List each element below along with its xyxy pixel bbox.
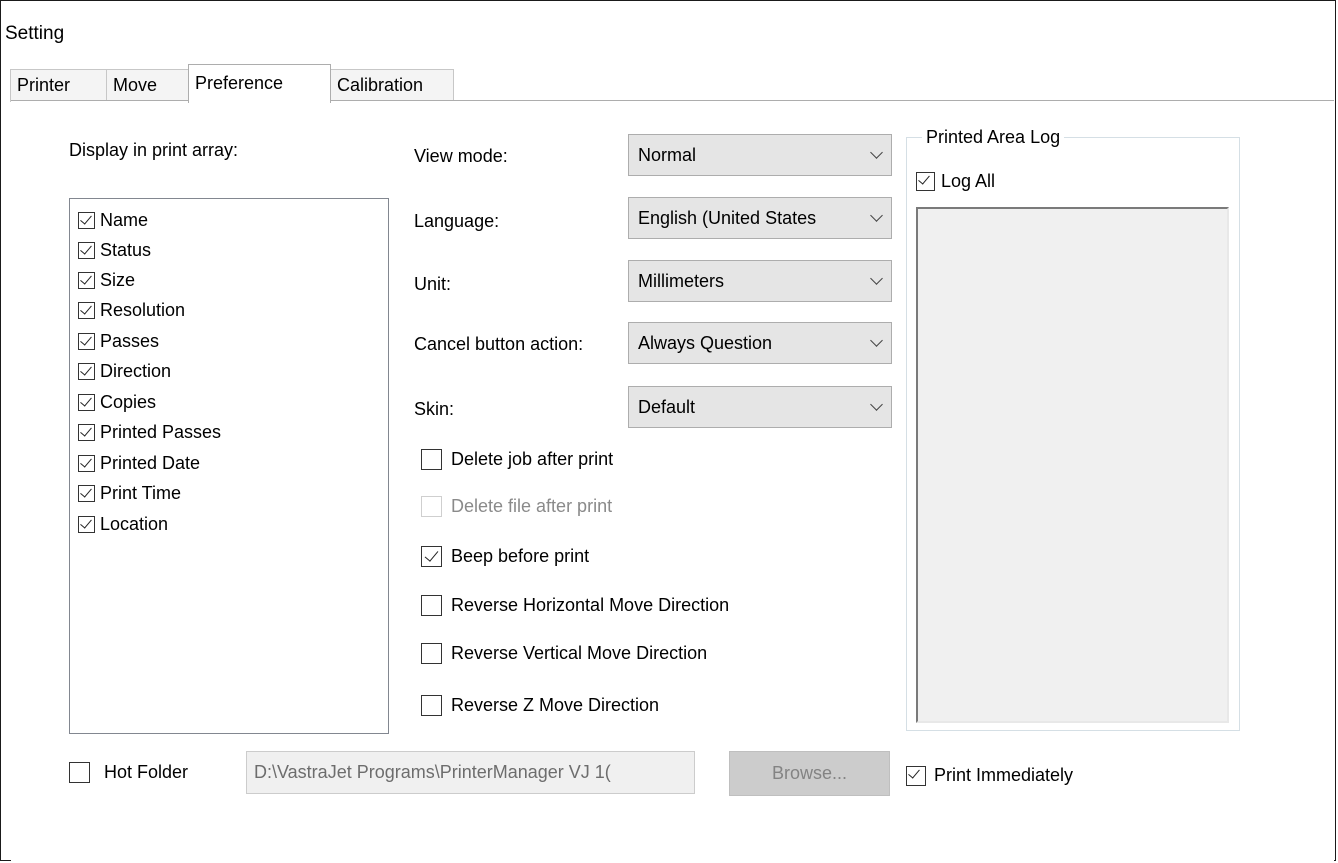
print-immediately-checkbox[interactable] <box>906 765 926 786</box>
language-value: English (United States <box>638 207 817 228</box>
window-title: Setting <box>5 23 65 44</box>
beep-checkbox[interactable] <box>421 546 442 567</box>
list-item[interactable]: Passes <box>78 326 159 356</box>
chevron-down-icon[interactable] <box>861 387 891 427</box>
language-select[interactable]: English (United States <box>628 197 892 239</box>
checkbox-checked-icon[interactable] <box>78 241 95 259</box>
cancel-action-select[interactable]: Always Question <box>628 322 892 364</box>
list-item[interactable]: Printed Date <box>78 448 200 478</box>
checkbox-checked-icon[interactable] <box>78 454 95 472</box>
delete-job-option[interactable]: Delete job after print <box>421 449 613 470</box>
log-all-option[interactable]: Log All <box>916 171 995 192</box>
checkbox-checked-icon[interactable] <box>78 211 95 229</box>
checkbox-checked-icon[interactable] <box>78 301 95 319</box>
language-label: Language: <box>414 211 500 231</box>
list-item[interactable]: Name <box>78 205 148 235</box>
list-item[interactable]: Copies <box>78 387 156 417</box>
checkbox-checked-icon[interactable] <box>78 332 95 350</box>
list-item[interactable]: Location <box>78 509 168 539</box>
checkbox-checked-icon[interactable] <box>78 515 95 533</box>
beep-option[interactable]: Beep before print <box>421 546 589 567</box>
skin-value: Default <box>638 396 696 417</box>
checkbox-checked-icon[interactable] <box>78 484 95 502</box>
printed-area-log-title: Printed Area Log <box>922 127 1065 148</box>
browse-button: Browse... <box>729 751 890 796</box>
log-all-checkbox[interactable] <box>916 172 935 191</box>
checkbox-checked-icon[interactable] <box>78 271 95 289</box>
cancel-action-value: Always Question <box>638 332 773 353</box>
skin-label: Skin: <box>414 399 455 419</box>
reverse-horizontal-option[interactable]: Reverse Horizontal Move Direction <box>421 595 729 616</box>
chevron-down-icon[interactable] <box>861 261 891 301</box>
list-item[interactable]: Print Time <box>78 478 181 508</box>
delete-job-checkbox[interactable] <box>421 449 442 470</box>
hot-folder-path-field: D:\VastraJet Programs\PrinterManager VJ … <box>246 751 695 794</box>
view-mode-select[interactable]: Normal <box>628 134 892 176</box>
reverse-z-option[interactable]: Reverse Z Move Direction <box>421 695 659 716</box>
view-mode-value: Normal <box>638 144 697 165</box>
tab-preference[interactable]: Preference <box>188 64 331 103</box>
display-array-label: Display in print array: <box>69 140 239 160</box>
chevron-down-icon[interactable] <box>861 198 891 238</box>
unit-value: Millimeters <box>638 270 725 291</box>
reverse-horizontal-checkbox[interactable] <box>421 595 442 616</box>
unit-select[interactable]: Millimeters <box>628 260 892 302</box>
delete-file-option: Delete file after print <box>421 496 612 517</box>
checkbox-checked-icon[interactable] <box>78 362 95 380</box>
chevron-down-icon[interactable] <box>861 135 891 175</box>
print-immediately-option[interactable]: Print Immediately <box>906 765 1073 786</box>
tab-move[interactable]: Move <box>106 69 189 102</box>
list-item[interactable]: Size <box>78 265 135 295</box>
list-item[interactable]: Status <box>78 235 151 265</box>
unit-label: Unit: <box>414 274 452 294</box>
printed-area-log-list[interactable] <box>916 207 1229 723</box>
hot-folder-option[interactable]: Hot Folder <box>69 762 188 783</box>
tab-calibration[interactable]: Calibration <box>330 69 454 102</box>
reverse-vertical-option[interactable]: Reverse Vertical Move Direction <box>421 643 707 664</box>
list-item[interactable]: Direction <box>78 356 171 386</box>
view-mode-label: View mode: <box>414 146 508 166</box>
delete-file-checkbox <box>421 496 442 517</box>
list-item[interactable]: Printed Passes <box>78 417 221 447</box>
checkbox-checked-icon[interactable] <box>78 423 95 441</box>
display-array-list[interactable]: Name Status Size Resolution Passes Direc… <box>69 198 389 734</box>
cancel-action-label: Cancel button action: <box>414 334 584 354</box>
list-item[interactable]: Resolution <box>78 295 185 325</box>
reverse-z-checkbox[interactable] <box>421 695 442 716</box>
tab-printer[interactable]: Printer <box>10 69 107 102</box>
hot-folder-checkbox[interactable] <box>69 762 90 783</box>
reverse-vertical-checkbox[interactable] <box>421 643 442 664</box>
skin-select[interactable]: Default <box>628 386 892 428</box>
chevron-down-icon[interactable] <box>861 323 891 363</box>
checkbox-checked-icon[interactable] <box>78 393 95 411</box>
